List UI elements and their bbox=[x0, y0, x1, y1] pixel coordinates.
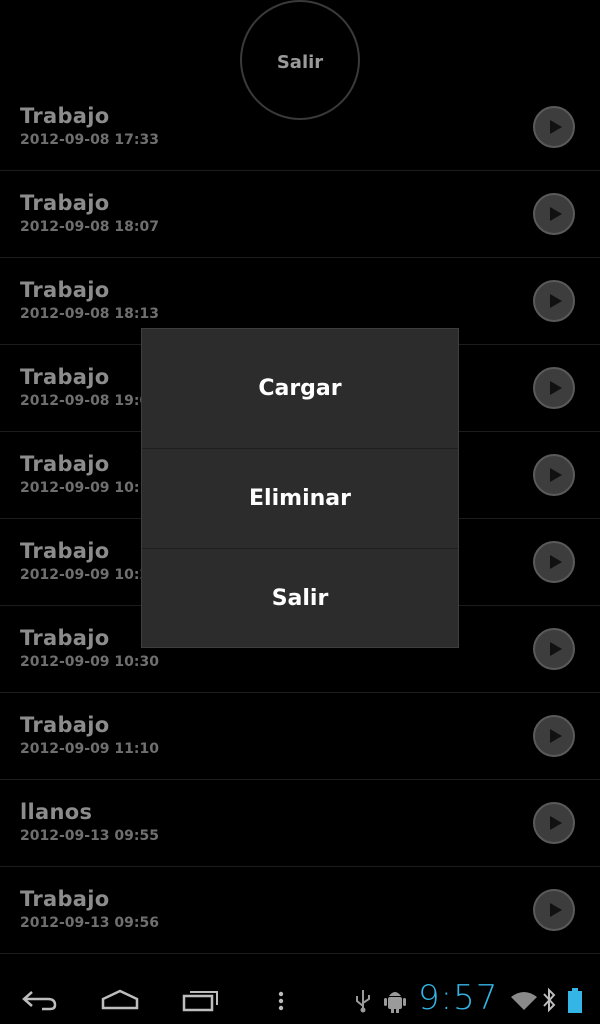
recording-name: Trabajo bbox=[20, 539, 110, 563]
play-icon bbox=[549, 642, 562, 656]
play-button[interactable] bbox=[533, 454, 575, 496]
play-icon bbox=[549, 468, 562, 482]
home-icon[interactable] bbox=[100, 988, 140, 1012]
list-item[interactable]: Trabajo 2012-09-09 11:10 bbox=[0, 693, 600, 780]
play-icon bbox=[549, 729, 562, 743]
play-button[interactable] bbox=[533, 541, 575, 583]
back-icon[interactable] bbox=[20, 988, 60, 1012]
play-icon bbox=[549, 294, 562, 308]
recording-date: 2012-09-08 17:33 bbox=[20, 132, 159, 148]
play-button[interactable] bbox=[533, 802, 575, 844]
play-button[interactable] bbox=[533, 367, 575, 409]
play-button[interactable] bbox=[533, 106, 575, 148]
context-menu-dialog: Cargar Eliminar Salir bbox=[141, 328, 459, 648]
recording-date: 2012-09-09 10:19 bbox=[20, 480, 159, 496]
recording-name: Trabajo bbox=[20, 365, 110, 389]
battery-icon bbox=[568, 988, 582, 1013]
list-item[interactable]: Trabajo 2012-09-08 18:07 bbox=[0, 171, 600, 258]
recording-date: 2012-09-08 18:07 bbox=[20, 219, 159, 235]
recording-date: 2012-09-13 09:56 bbox=[20, 915, 159, 931]
recording-date: 2012-09-13 09:55 bbox=[20, 828, 159, 844]
menu-item-cargar[interactable]: Cargar bbox=[142, 329, 458, 449]
list-item[interactable]: Trabajo 2012-09-08 17:33 bbox=[0, 84, 600, 171]
menu-item-eliminar[interactable]: Eliminar bbox=[142, 449, 458, 549]
play-icon bbox=[549, 555, 562, 569]
play-button[interactable] bbox=[533, 889, 575, 931]
play-icon bbox=[549, 120, 562, 134]
top-exit-label: Salir bbox=[276, 52, 324, 73]
recording-name: Trabajo bbox=[20, 452, 110, 476]
recording-date: 2012-09-08 18:13 bbox=[20, 306, 159, 322]
list-item[interactable]: Trabajo 2012-09-13 09:56 bbox=[0, 867, 600, 954]
system-bar: 9:57 bbox=[0, 976, 600, 1024]
recording-name: llanos bbox=[20, 800, 93, 824]
overflow-menu-icon[interactable] bbox=[276, 990, 286, 1012]
menu-item-salir[interactable]: Salir bbox=[142, 549, 458, 647]
recent-apps-icon[interactable] bbox=[182, 988, 220, 1012]
play-button[interactable] bbox=[533, 628, 575, 670]
play-icon bbox=[549, 381, 562, 395]
android-debug-icon bbox=[384, 992, 406, 1013]
recording-date: 2012-09-09 11:10 bbox=[20, 741, 159, 757]
usb-icon bbox=[356, 990, 370, 1013]
recording-date: 2012-09-09 10:28 bbox=[20, 567, 159, 583]
status-clock: 9:57 bbox=[418, 978, 499, 1018]
play-icon bbox=[549, 816, 562, 830]
wifi-icon bbox=[511, 992, 537, 1010]
play-button[interactable] bbox=[533, 193, 575, 235]
bluetooth-icon bbox=[543, 987, 556, 1013]
play-button[interactable] bbox=[533, 280, 575, 322]
recording-name: Trabajo bbox=[20, 278, 110, 302]
recording-name: Trabajo bbox=[20, 104, 110, 128]
recording-name: Trabajo bbox=[20, 626, 110, 650]
recording-date: 2012-09-08 19:02 bbox=[20, 393, 159, 409]
recording-name: Trabajo bbox=[20, 887, 110, 911]
recording-name: Trabajo bbox=[20, 713, 110, 737]
play-icon bbox=[549, 207, 562, 221]
list-item[interactable]: llanos 2012-09-13 09:55 bbox=[0, 780, 600, 867]
recording-date: 2012-09-09 10:30 bbox=[20, 654, 159, 670]
play-button[interactable] bbox=[533, 715, 575, 757]
play-icon bbox=[549, 903, 562, 917]
recording-name: Trabajo bbox=[20, 191, 110, 215]
screen: Salir Trabajo 2012-09-08 17:33 Trabajo 2… bbox=[0, 0, 600, 1024]
